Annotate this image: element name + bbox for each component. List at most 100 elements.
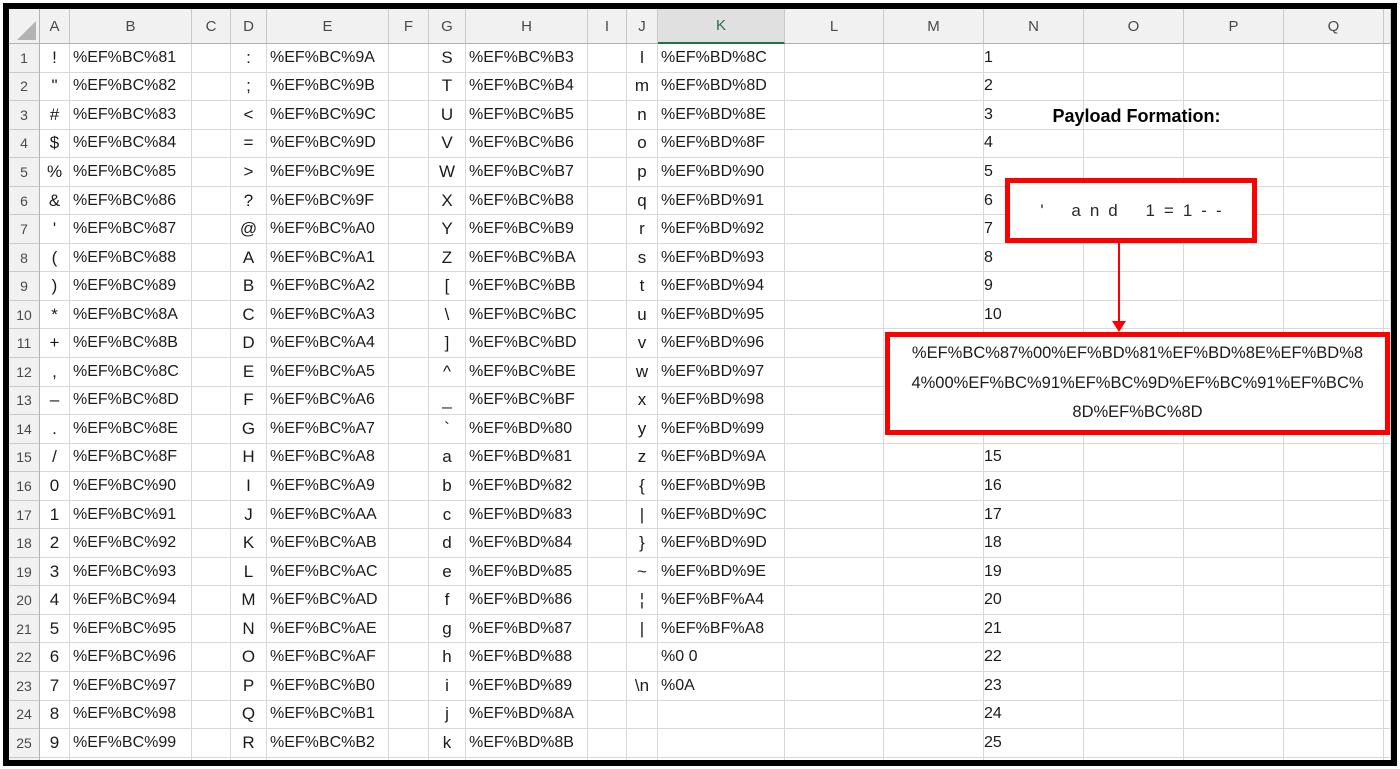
- col-header-L[interactable]: L: [785, 9, 884, 44]
- cell-J5[interactable]: p: [627, 158, 658, 187]
- cell-H1[interactable]: %EF%BC%B3: [466, 44, 588, 73]
- cell-L1[interactable]: [785, 44, 884, 73]
- cell-Q7[interactable]: [1284, 215, 1384, 244]
- cell-P24[interactable]: [1184, 700, 1284, 730]
- cell-A13[interactable]: –: [40, 386, 70, 416]
- cell-N8[interactable]: 8: [984, 243, 1084, 273]
- cell-E14[interactable]: %EF%BC%A7: [267, 415, 389, 444]
- cell-J1[interactable]: l: [627, 44, 658, 73]
- cell-C1[interactable]: [192, 44, 231, 73]
- row-header-8[interactable]: 8: [9, 243, 40, 273]
- cell-E15[interactable]: %EF%BC%A8: [267, 443, 389, 473]
- cell-A16[interactable]: 0: [40, 472, 70, 501]
- cell-K1[interactable]: %EF%BD%8C: [658, 44, 785, 73]
- col-header-F[interactable]: F: [389, 9, 429, 44]
- cell-O20[interactable]: [1084, 586, 1184, 615]
- cell-C16[interactable]: [192, 472, 231, 501]
- col-header-Q[interactable]: Q: [1284, 9, 1384, 44]
- cell-J9[interactable]: t: [627, 272, 658, 301]
- cell-I20[interactable]: [588, 586, 627, 615]
- cell-G9[interactable]: [: [429, 272, 466, 301]
- cell-H22[interactable]: %EF%BD%88: [466, 643, 588, 673]
- col-header-P[interactable]: P: [1184, 9, 1284, 44]
- cell-F5[interactable]: [389, 158, 429, 187]
- cell-I10[interactable]: [588, 300, 627, 330]
- cell-C15[interactable]: [192, 443, 231, 473]
- cell-Q4[interactable]: [1284, 129, 1384, 159]
- cell-L12[interactable]: [785, 358, 884, 387]
- cell-B19[interactable]: %EF%BC%93: [70, 557, 192, 587]
- cell-sliver-19[interactable]: [1384, 557, 1391, 587]
- cell-O16[interactable]: [1084, 472, 1184, 501]
- cell-J20[interactable]: ¦: [627, 586, 658, 615]
- cell-D12[interactable]: E: [231, 358, 267, 387]
- cell-J12[interactable]: w: [627, 358, 658, 387]
- row-header-14[interactable]: 14: [9, 415, 40, 444]
- cell-P4[interactable]: [1184, 129, 1284, 159]
- cell-I4[interactable]: [588, 129, 627, 159]
- cell-D9[interactable]: B: [231, 272, 267, 301]
- cell-N17[interactable]: 17: [984, 500, 1084, 530]
- cell-B12[interactable]: %EF%BC%8C: [70, 358, 192, 387]
- cell-I11[interactable]: [588, 329, 627, 359]
- cell-K18[interactable]: %EF%BD%9D: [658, 529, 785, 558]
- row-header-15[interactable]: 15: [9, 443, 40, 473]
- cell-B14[interactable]: %EF%BC%8E: [70, 415, 192, 444]
- cell-C23[interactable]: [192, 672, 231, 701]
- cell-Q25[interactable]: [1284, 729, 1384, 758]
- row-header-3[interactable]: 3: [9, 101, 40, 130]
- cell-N23[interactable]: 23: [984, 672, 1084, 701]
- cell-D14[interactable]: G: [231, 415, 267, 444]
- cell-A5[interactable]: %: [40, 158, 70, 187]
- cell-L13[interactable]: [785, 386, 884, 416]
- cell-H13[interactable]: %EF%BC%BF: [466, 386, 588, 416]
- cell-E10[interactable]: %EF%BC%A3: [267, 300, 389, 330]
- row-header-6[interactable]: 6: [9, 186, 40, 216]
- cell-sliver-16[interactable]: [1384, 472, 1391, 501]
- cell-D3[interactable]: <: [231, 101, 267, 130]
- row-header-10[interactable]: 10: [9, 300, 40, 330]
- cell-H3[interactable]: %EF%BC%B5: [466, 101, 588, 130]
- cell-N22[interactable]: 22: [984, 643, 1084, 673]
- cell-Q9[interactable]: [1284, 272, 1384, 301]
- cell-G26-partial[interactable]: [429, 757, 466, 760]
- cell-O19[interactable]: [1084, 557, 1184, 587]
- row-header-4[interactable]: 4: [9, 129, 40, 159]
- cell-P26-partial[interactable]: [1184, 757, 1284, 760]
- cell-Q26-partial[interactable]: [1284, 757, 1384, 760]
- cell-J22[interactable]: [627, 643, 658, 673]
- cell-F11[interactable]: [389, 329, 429, 359]
- cell-sliver-5[interactable]: [1384, 158, 1391, 187]
- cell-B5[interactable]: %EF%BC%85: [70, 158, 192, 187]
- cell-J7[interactable]: r: [627, 215, 658, 244]
- select-all-corner[interactable]: [9, 9, 40, 44]
- cell-N15[interactable]: 15: [984, 443, 1084, 473]
- cell-I3[interactable]: [588, 101, 627, 130]
- cell-D11[interactable]: D: [231, 329, 267, 359]
- row-header-9[interactable]: 9: [9, 272, 40, 301]
- col-header-I[interactable]: I: [588, 9, 627, 44]
- cell-D8[interactable]: A: [231, 243, 267, 273]
- cell-K10[interactable]: %EF%BD%95: [658, 300, 785, 330]
- cell-M9[interactable]: [884, 272, 984, 301]
- cell-Q18[interactable]: [1284, 529, 1384, 558]
- cell-D13[interactable]: F: [231, 386, 267, 416]
- cell-I7[interactable]: [588, 215, 627, 244]
- cell-F25[interactable]: [389, 729, 429, 758]
- cell-C14[interactable]: [192, 415, 231, 444]
- cell-L18[interactable]: [785, 529, 884, 558]
- cell-E12[interactable]: %EF%BC%A5: [267, 358, 389, 387]
- cell-sliver-10[interactable]: [1384, 300, 1391, 330]
- cell-D10[interactable]: C: [231, 300, 267, 330]
- cell-M6[interactable]: [884, 186, 984, 216]
- cell-sliver-18[interactable]: [1384, 529, 1391, 558]
- cell-I14[interactable]: [588, 415, 627, 444]
- cell-M17[interactable]: [884, 500, 984, 530]
- cell-P1[interactable]: [1184, 44, 1284, 73]
- cell-I25[interactable]: [588, 729, 627, 758]
- col-header-K[interactable]: K: [658, 9, 785, 44]
- col-header-B[interactable]: B: [70, 9, 192, 44]
- cell-sliver-17[interactable]: [1384, 500, 1391, 530]
- cell-J16[interactable]: {: [627, 472, 658, 501]
- cell-G12[interactable]: ^: [429, 358, 466, 387]
